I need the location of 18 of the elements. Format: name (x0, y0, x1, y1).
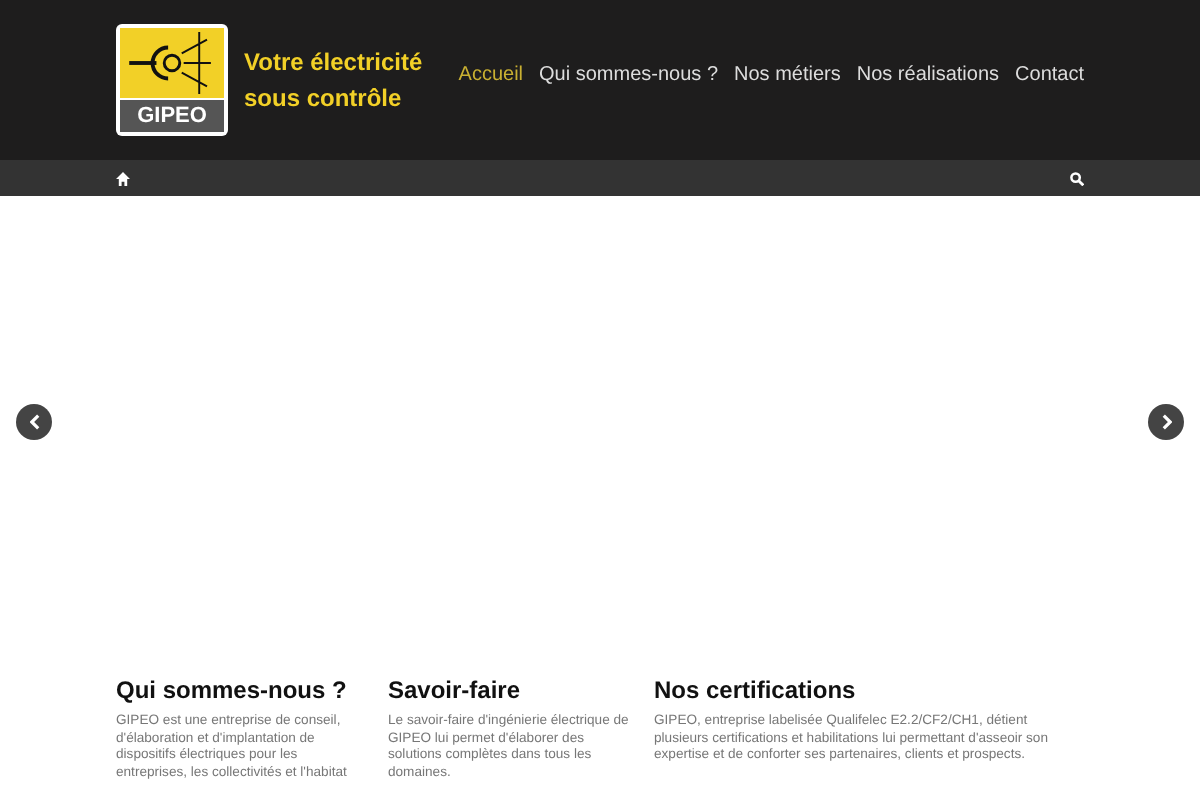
previous-slide-button[interactable] (16, 404, 52, 440)
chevron-left-icon (29, 414, 39, 430)
section-heading: Qui sommes-nous ? (116, 676, 347, 706)
logo[interactable]: GIPEO (116, 24, 228, 136)
logo-text: GIPEO (120, 100, 224, 132)
search-icon[interactable] (1070, 171, 1084, 185)
section-heading: Nos certifications (654, 676, 856, 706)
next-slide-button[interactable] (1148, 404, 1184, 440)
nav-link[interactable]: Accueil (458, 59, 524, 89)
nav-link[interactable]: Nos métiers (734, 59, 841, 89)
nav-link[interactable]: Nos réalisations (856, 59, 1000, 89)
plug-logo-icon (120, 28, 224, 98)
chevron-right-icon (1161, 414, 1171, 430)
tagline: Votre électricité sous contrôle (244, 46, 424, 116)
home-icon[interactable] (116, 171, 130, 185)
nav-link[interactable]: Qui sommes-nous ? (539, 59, 719, 89)
nav-link[interactable]: Contact (1015, 59, 1084, 89)
section-heading: Savoir-faire (388, 676, 521, 706)
